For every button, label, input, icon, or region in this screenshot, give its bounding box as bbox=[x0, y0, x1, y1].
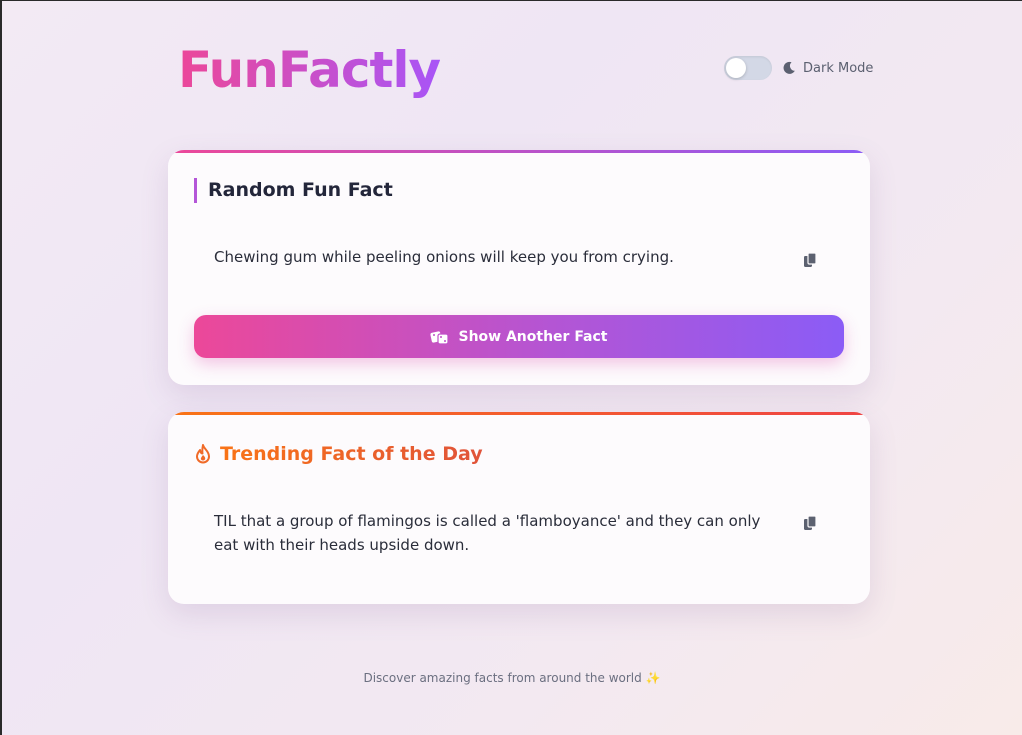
fire-icon bbox=[194, 444, 212, 464]
trending-fact-card: Trending Fact of the Day TIL that a grou… bbox=[168, 412, 870, 604]
trending-fact-title-text: Trending Fact of the Day bbox=[220, 443, 483, 465]
dark-mode-label: Dark Mode bbox=[803, 60, 874, 76]
dice-icon bbox=[430, 329, 450, 345]
dark-mode-toggle[interactable]: Dark Mode bbox=[724, 56, 873, 80]
random-fact-card: Random Fun Fact Chewing gum while peelin… bbox=[168, 150, 870, 385]
copy-icon[interactable] bbox=[800, 250, 820, 270]
toggle-switch[interactable] bbox=[724, 56, 772, 80]
show-another-fact-button[interactable]: Show Another Fact bbox=[194, 315, 844, 358]
copy-icon[interactable] bbox=[800, 513, 820, 533]
footer-tagline: Discover amazing facts from around the w… bbox=[363, 671, 661, 685]
app-logo: FunFactly bbox=[178, 41, 441, 99]
toggle-knob bbox=[726, 58, 746, 78]
moon-icon bbox=[782, 61, 796, 75]
trending-fact-text: TIL that a group of flamingos is called … bbox=[214, 512, 761, 554]
random-fact-title: Random Fun Fact bbox=[194, 178, 393, 203]
trending-fact-title: Trending Fact of the Day bbox=[194, 442, 483, 466]
show-another-fact-label: Show Another Fact bbox=[458, 328, 608, 345]
random-fact-text: Chewing gum while peeling onions will ke… bbox=[214, 248, 674, 266]
